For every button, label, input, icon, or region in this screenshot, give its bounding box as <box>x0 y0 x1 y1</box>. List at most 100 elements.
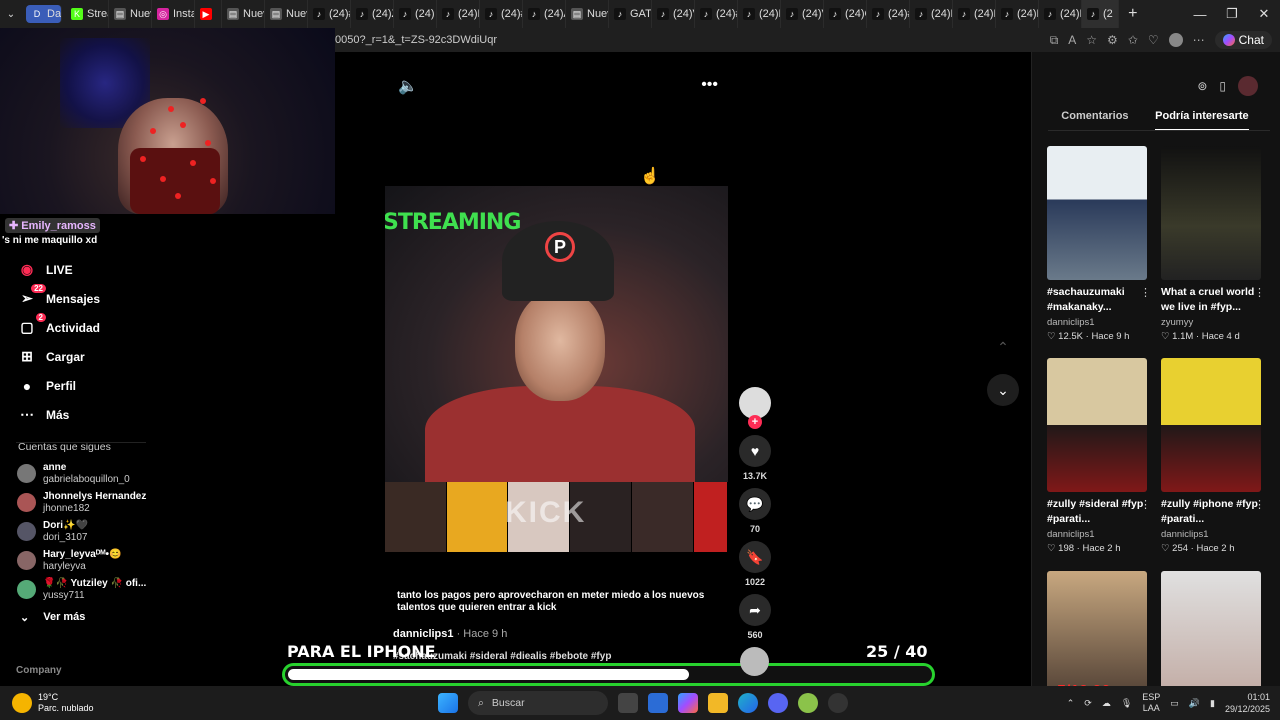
browser-tab[interactable]: ▤ Nuev <box>566 0 609 28</box>
suggested-video-card[interactable]: 5/19.90 <box>1047 571 1147 705</box>
video-scrubber-handle[interactable] <box>740 647 769 676</box>
clock[interactable]: 01:01 29/12/2025 <box>1225 691 1270 715</box>
following-account[interactable]: 🌹🥀 Yutziley 🥀 ofi... yussy711 <box>0 575 160 604</box>
language-indicator[interactable]: ESP LAA <box>1142 692 1160 714</box>
address-bar[interactable]: 0050?_r=1&_t=ZS-92c3DWdiUqr ⧉ A ☆ ⚙ ✩ ♡ … <box>335 28 1280 52</box>
card-author[interactable]: danniclips1 <box>1161 529 1261 540</box>
following-account[interactable]: anne gabrielaboquillon_0 <box>0 459 160 488</box>
following-account[interactable]: Jhonnelys Hernandez jhonne182 <box>0 488 160 517</box>
suggested-video-card[interactable]: #zully #iphone #fyp #parati... danniclips… <box>1161 358 1265 554</box>
minimize-icon[interactable]: — <box>1184 7 1216 22</box>
sidebar-item-upload[interactable]: ⊞ Cargar <box>0 342 160 371</box>
browser-tab[interactable]: ♪ (24)N <box>910 0 953 28</box>
volume-icon[interactable]: 🔈 <box>398 76 418 96</box>
sidebar-item-more[interactable]: ⋯ Más <box>0 400 160 429</box>
obs-icon[interactable] <box>828 693 848 713</box>
sidebar-item-live[interactable]: ◉ LIVE <box>0 255 160 284</box>
browser-tab[interactable]: D Dash <box>26 5 62 23</box>
card-more-icon[interactable]: ⋮ <box>1140 498 1151 511</box>
browser-tab[interactable]: ▤ Nuev <box>222 0 265 28</box>
video-author[interactable]: danniclips1 · Hace 9 h <box>393 628 507 640</box>
video-thumbnail[interactable] <box>1161 571 1261 705</box>
video-thumbnail[interactable]: 5/19.90 <box>1047 571 1147 705</box>
user-avatar[interactable] <box>1238 76 1258 96</box>
card-title[interactable]: #sachauzumaki #makanaky... <box>1047 285 1147 315</box>
card-title[interactable]: #zully #iphone #fyp #parati... <box>1161 497 1261 527</box>
suggested-video-card[interactable]: What a cruel world we live in #fyp... zyu… <box>1161 146 1265 342</box>
browser-tab[interactable]: K Strea <box>66 0 109 28</box>
sidebar-item-messages[interactable]: ➢ 22 Mensajes <box>0 283 160 313</box>
creator-avatar[interactable]: + <box>739 387 771 429</box>
browser-essentials-icon[interactable]: ♡ <box>1148 33 1159 47</box>
more-options-icon[interactable]: ••• <box>701 76 718 96</box>
volume-tray-icon[interactable]: 🔊 <box>1189 698 1200 709</box>
card-title[interactable]: #zully #sideral #fyp #parati... <box>1047 497 1147 527</box>
following-account[interactable]: Hary_leyvaᴰᴹ•😊 haryleyva <box>0 546 160 575</box>
new-tab-icon[interactable]: + <box>1119 5 1147 23</box>
extensions-icon[interactable]: ⚙ <box>1107 33 1118 47</box>
settings-more-icon[interactable]: ⋯ <box>1193 33 1205 47</box>
app-icon[interactable] <box>798 693 818 713</box>
profile-icon[interactable] <box>1168 33 1183 47</box>
card-author[interactable]: danniclips1 <box>1047 529 1147 540</box>
previous-video-button[interactable]: ⌃ <box>987 331 1019 363</box>
browser-tab[interactable]: ♪ (24)# <box>695 0 738 28</box>
browser-tab[interactable]: ♪ (24)V <box>781 0 824 28</box>
next-video-button[interactable]: ⌄ <box>987 374 1019 406</box>
card-more-icon[interactable]: ⋮ <box>1254 286 1265 299</box>
tab-list-icon[interactable]: ⌄ <box>0 9 22 20</box>
save-button[interactable]: 🔖 <box>739 541 771 573</box>
task-view-icon[interactable] <box>618 693 638 713</box>
browser-tab[interactable]: ♪ (24) <box>394 0 437 28</box>
browser-tab[interactable]: ♪ (24)# <box>308 0 351 28</box>
video-thumbnail[interactable] <box>1047 358 1147 492</box>
discord-icon[interactable] <box>768 693 788 713</box>
tab-comments[interactable]: Comentarios <box>1061 110 1128 136</box>
like-button[interactable]: ♥ <box>739 435 771 467</box>
sidebar-item-profile[interactable]: ● Perfil <box>0 371 160 400</box>
tab-suggested[interactable]: Podría interesarte <box>1155 110 1249 131</box>
browser-tab[interactable]: ♪ GATZ <box>609 0 652 28</box>
battery-icon[interactable]: ▮ <box>1210 698 1215 709</box>
sync-icon[interactable]: ⟳ <box>1084 698 1092 709</box>
copilot-icon[interactable] <box>678 693 698 713</box>
suggested-video-card[interactable]: #zully #sideral #fyp #parati... danniclip… <box>1047 358 1151 554</box>
edge-icon[interactable] <box>738 693 758 713</box>
card-author[interactable]: zyumyy <box>1161 317 1261 328</box>
company-link[interactable]: Company <box>16 665 62 676</box>
author-name[interactable]: danniclips1 <box>393 628 454 640</box>
suggested-video-card[interactable] <box>1161 571 1261 705</box>
browser-tab[interactable]: ♪ (24)V <box>652 0 695 28</box>
card-more-icon[interactable]: ⋮ <box>1254 498 1265 511</box>
restore-icon[interactable]: ❐ <box>1216 6 1248 22</box>
cloud-icon[interactable]: ☁ <box>1102 698 1111 709</box>
browser-tab[interactable]: ♪ (24)E <box>437 0 480 28</box>
browser-tab[interactable]: ♪ (24)E <box>738 0 781 28</box>
browser-tab[interactable]: ♪ (24)M <box>1039 0 1082 28</box>
browser-tab[interactable]: ▤ Nuev <box>109 0 152 28</box>
store-icon[interactable] <box>648 693 668 713</box>
follow-plus-icon[interactable]: + <box>748 415 762 429</box>
copilot-chat-button[interactable]: Chat <box>1214 31 1272 49</box>
favorites-icon[interactable]: ✩ <box>1128 33 1138 47</box>
suggested-video-card[interactable]: #sachauzumaki #makanaky... danniclips1 ♡ 1… <box>1047 146 1151 342</box>
mini-player-icon[interactable]: ⊚ <box>1197 79 1207 93</box>
share-button[interactable]: ➦ <box>739 594 771 626</box>
comment-button[interactable]: 💬 <box>739 488 771 520</box>
file-explorer-icon[interactable] <box>708 693 728 713</box>
video-thumbnail[interactable] <box>1161 146 1261 280</box>
following-account[interactable]: Dori✨🖤 dori_3107 <box>0 517 160 546</box>
browser-tab[interactable]: ♪ (24)# <box>867 0 910 28</box>
url-text[interactable]: 0050?_r=1&_t=ZS-92c3DWdiUqr <box>335 34 1050 46</box>
video-frame[interactable]: P STREAMING KICK <box>385 186 728 552</box>
see-more-button[interactable]: ⌄ Ver más <box>0 604 160 630</box>
card-title[interactable]: What a cruel world we live in #fyp... <box>1161 285 1261 315</box>
tray-expand-icon[interactable]: ⌃ <box>1067 698 1075 709</box>
taskbar-search[interactable]: ⌕ Buscar <box>468 691 608 715</box>
phone-icon[interactable]: ▯ <box>1219 79 1226 93</box>
browser-tab[interactable]: ♪ (24)Z <box>351 0 394 28</box>
browser-tab[interactable]: ▶ <box>195 0 222 28</box>
browser-tab[interactable]: ♪ (2 <box>1082 0 1119 28</box>
sidebar-item-activity[interactable]: ▢ 2 Actividad <box>0 312 160 342</box>
browser-tab[interactable]: ◎ Insta <box>152 0 195 28</box>
